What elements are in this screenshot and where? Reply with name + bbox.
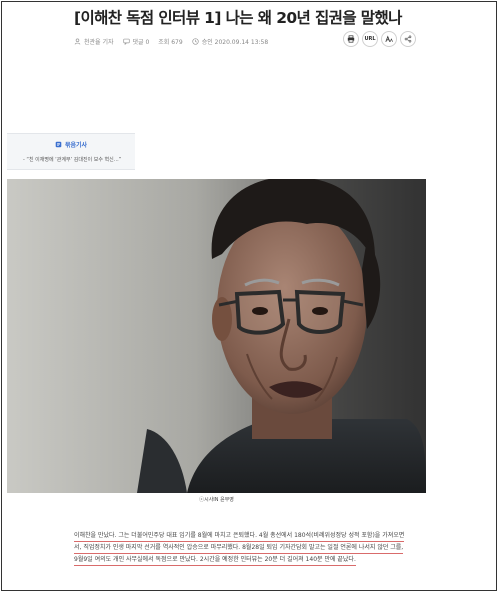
share-icon [404, 35, 412, 43]
font-size-icon [385, 35, 393, 42]
views-meta: 조회 679 [158, 37, 182, 46]
comment-icon [122, 38, 130, 45]
font-size-button[interactable] [381, 31, 397, 47]
author-name[interactable]: 천관율 기자 [84, 37, 114, 46]
published-meta: 승인 2020.09.14 13:58 [192, 37, 269, 46]
body-line-text: 9월9일 여의도 개인 사무실에서 독점으로 만났다. 2시간을 예정한 인터뷰… [74, 554, 356, 566]
body-line: 이해찬을 만났다. 그는 더불어민주당 대표 임기를 8월에 마치고 은퇴했다.… [74, 530, 426, 542]
body-line: 서, 직업정치가 인생 마지막 선거를 역사적인 압승으로 마무리했다. 8월2… [74, 542, 426, 554]
related-item-link[interactable]: - “친 이재명에 ‘관계부’ 김대진이 보수 혁신…” [23, 156, 121, 163]
related-articles-box: 묶음기사 - “친 이재명에 ‘관계부’ 김대진이 보수 혁신…” [7, 133, 135, 170]
article-page: [이해찬 독점 인터뷰 1] 나는 왜 20년 집권을 말했나 천관율 기자 댓… [1, 1, 497, 591]
clock-icon [192, 37, 199, 45]
bundle-icon [55, 141, 62, 148]
body-line-text: 이해찬을 만났다. 그는 더불어민주당 대표 임기를 8월에 마치고 은퇴했다.… [74, 530, 405, 542]
view-count: 조회 679 [158, 38, 183, 46]
photo-caption: ⓒ시사IN 윤무영 [199, 497, 234, 503]
portrait-image [7, 179, 426, 493]
article-meta: 천관율 기자 댓글 0 조회 679 승인 2020.09.14 13:58 [74, 35, 268, 47]
related-title: 묶음기사 [7, 140, 135, 149]
article-photo [7, 179, 426, 493]
article-body: 이해찬을 만났다. 그는 더불어민주당 대표 임기를 8월에 마치고 은퇴했다.… [74, 530, 426, 566]
body-line-text: 서, 직업정치가 인생 마지막 선거를 역사적인 압승으로 마무리했다. 8월2… [74, 542, 404, 554]
url-copy-button[interactable]: URL [362, 31, 378, 47]
comments-meta: 댓글 0 [122, 37, 150, 46]
related-item-text[interactable]: “친 이재명에 ‘관계부’ 김대진이 보수 혁신…” [26, 157, 121, 163]
page-title: [이해찬 독점 인터뷰 1] 나는 왜 20년 집권을 말했나 [74, 9, 402, 27]
published-date: 승인 2020.09.14 13:58 [201, 38, 269, 46]
article-actions: URL [343, 31, 416, 47]
share-button[interactable] [400, 31, 416, 47]
body-line: 9월9일 여의도 개인 사무실에서 독점으로 만났다. 2시간을 예정한 인터뷰… [74, 554, 426, 566]
printer-icon [347, 35, 355, 43]
print-button[interactable] [343, 31, 359, 47]
comment-count[interactable]: 댓글 0 [133, 37, 150, 46]
user-icon [74, 38, 81, 45]
related-title-text: 묶음기사 [64, 142, 88, 149]
author-meta: 천관율 기자 [74, 37, 114, 46]
